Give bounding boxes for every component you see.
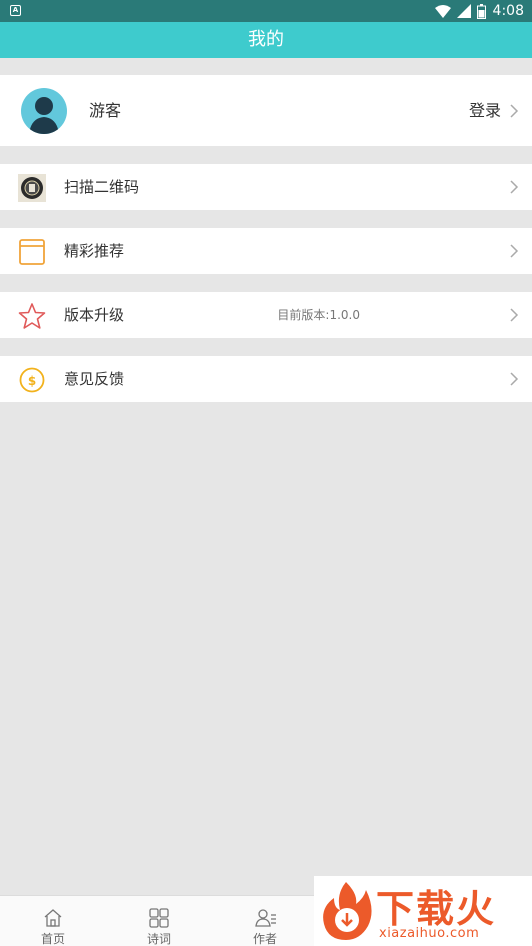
watermark-url: xiazaihuo.com — [379, 926, 480, 941]
chevron-right-icon — [510, 104, 519, 118]
chevron-right-icon — [510, 372, 519, 386]
chevron-right-icon — [510, 180, 519, 194]
tab-label: 诗词 — [146, 932, 171, 946]
user-avatar-icon — [29, 97, 59, 134]
chevron-right-icon — [510, 244, 519, 258]
tab-poems[interactable]: 诗词 — [106, 896, 212, 946]
grid-icon — [149, 908, 169, 928]
status-time: 4:08 — [492, 3, 524, 19]
tab-label: 作者 — [252, 932, 277, 946]
tab-label: 首页 — [40, 932, 65, 946]
status-bar: A 4:08 — [0, 0, 532, 22]
menu-item-version-upgrade[interactable]: 版本升级 目前版本:1.0.0 — [0, 292, 532, 338]
qr-scan-icon — [18, 174, 46, 202]
chevron-right-icon — [510, 308, 519, 322]
menu-item-scan-qr[interactable]: 扫描二维码 — [0, 164, 532, 210]
wifi-icon — [435, 4, 451, 18]
menu-label: 扫描二维码 — [64, 178, 140, 196]
avatar[interactable] — [21, 88, 67, 134]
login-link[interactable]: 登录 — [469, 75, 501, 146]
profile-name: 游客 — [89, 101, 122, 120]
coin-icon: $ — [19, 367, 45, 393]
menu-label: 意见反馈 — [64, 370, 125, 388]
page-title: 我的 — [248, 29, 284, 50]
star-icon — [18, 303, 46, 329]
author-icon — [255, 909, 276, 927]
svg-text:$: $ — [28, 374, 36, 388]
menu-label: 版本升级 — [64, 306, 125, 324]
battery-icon — [477, 3, 486, 19]
watermark-name: 下载火 — [376, 887, 497, 931]
menu-item-recommend[interactable]: 精彩推荐 — [0, 228, 532, 274]
tab-home[interactable]: 首页 — [0, 896, 106, 946]
tab-authors[interactable]: 作者 — [212, 896, 318, 946]
app-notification-icon: A — [10, 5, 21, 16]
signal-icon — [457, 4, 471, 18]
home-icon — [44, 909, 62, 927]
menu-label: 精彩推荐 — [64, 242, 125, 260]
watermark: 下载火 xiazaihuo.com — [314, 876, 532, 946]
menu-item-feedback[interactable]: $ 意见反馈 — [0, 356, 532, 402]
title-bar: 我的 — [0, 22, 532, 58]
flame-logo-icon — [323, 882, 372, 940]
profile-card[interactable]: 游客 登录 — [0, 75, 532, 146]
window-icon — [19, 239, 45, 265]
current-version: 目前版本:1.0.0 — [277, 308, 360, 322]
